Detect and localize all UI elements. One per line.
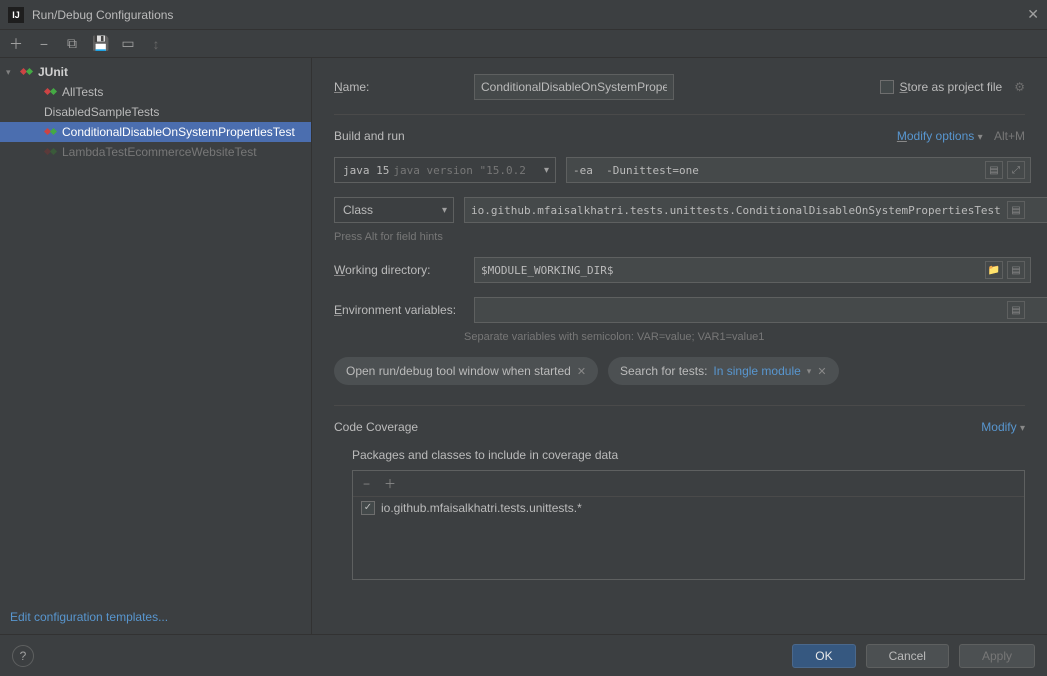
macro-icon[interactable]: ▤ bbox=[985, 161, 1003, 179]
window-title: Run/Debug Configurations bbox=[32, 8, 173, 22]
test-kind-select[interactable]: Class bbox=[334, 197, 454, 223]
sort-icon[interactable]: ↕ bbox=[148, 36, 164, 52]
modify-options-shortcut: Alt+M bbox=[994, 129, 1025, 143]
field-hint: Press Alt for field hints bbox=[334, 231, 1025, 243]
main-panel: NName:ame: Store as project file ⚙ Build… bbox=[312, 58, 1047, 634]
name-input[interactable] bbox=[474, 74, 674, 100]
apply-button[interactable]: Apply bbox=[959, 644, 1035, 668]
modify-options-link[interactable]: Modify options bbox=[897, 129, 974, 143]
config-sidebar: ▾ JUnit AllTests DisabledSampleTests Con… bbox=[0, 58, 312, 634]
app-icon: IJ bbox=[8, 7, 24, 23]
add-icon[interactable]: ＋ bbox=[8, 34, 24, 54]
coverage-list: − ＋ io.github.mfaisalkhatri.tests.unitte… bbox=[352, 470, 1025, 580]
name-label: NName:ame: bbox=[334, 80, 464, 94]
junit-icon bbox=[44, 145, 58, 159]
tree-item-lambdatest[interactable]: LambdaTestEcommerceWebsiteTest bbox=[0, 142, 311, 162]
tree-item-label: ConditionalDisableOnSystemPropertiesTest bbox=[62, 125, 295, 139]
ok-button[interactable]: OK bbox=[792, 644, 855, 668]
junit-icon bbox=[44, 85, 58, 99]
browse-icon[interactable]: ▤ bbox=[1007, 201, 1025, 219]
titlebar: IJ Run/Debug Configurations ✕ bbox=[0, 0, 1047, 30]
junit-icon bbox=[20, 65, 34, 79]
save-icon[interactable]: 💾 bbox=[92, 35, 108, 52]
jdk-name: java 15 bbox=[343, 164, 389, 177]
chip-search-tests[interactable]: Search for tests: In single module ▾ ✕ bbox=[608, 357, 839, 385]
cancel-button[interactable]: Cancel bbox=[866, 644, 949, 668]
tree-root-junit[interactable]: ▾ JUnit bbox=[0, 62, 311, 82]
copy-icon[interactable]: ⧉ bbox=[64, 35, 80, 52]
chevron-down-icon[interactable]: ▾ bbox=[807, 366, 812, 377]
edit-templates-link[interactable]: Edit configuration templates... bbox=[0, 600, 311, 634]
chip-label: Search for tests: bbox=[620, 364, 707, 378]
coverage-title: Code Coverage bbox=[334, 420, 418, 434]
expand-icon[interactable]: ⤢ bbox=[1007, 161, 1025, 179]
chevron-down-icon: ▾ bbox=[978, 132, 983, 143]
config-tree: ▾ JUnit AllTests DisabledSampleTests Con… bbox=[0, 58, 311, 166]
remove-icon[interactable]: − bbox=[36, 36, 52, 52]
add-icon[interactable]: ＋ bbox=[384, 475, 396, 492]
folder-browse-icon[interactable]: 📁 bbox=[985, 261, 1003, 279]
tree-item-label: DisabledSampleTests bbox=[44, 105, 159, 119]
tree-item-disabledsample[interactable]: DisabledSampleTests bbox=[0, 102, 311, 122]
chevron-down-icon: ▾ bbox=[1020, 423, 1025, 434]
junit-icon bbox=[44, 125, 58, 139]
dialog-footer: ? OK Cancel Apply bbox=[0, 634, 1047, 676]
jdk-version: java version "15.0.2 bbox=[393, 164, 525, 177]
tree-root-label: JUnit bbox=[38, 65, 68, 79]
browse-icon[interactable]: ▤ bbox=[1007, 301, 1025, 319]
coverage-item-label: io.github.mfaisalkhatri.tests.unittests.… bbox=[381, 501, 582, 515]
workdir-input[interactable] bbox=[474, 257, 1031, 283]
coverage-item[interactable]: io.github.mfaisalkhatri.tests.unittests.… bbox=[353, 497, 1024, 519]
chip-open-tool-window[interactable]: Open run/debug tool window when started … bbox=[334, 357, 598, 385]
remove-icon[interactable]: − bbox=[363, 477, 370, 491]
tree-item-conditionaldisable[interactable]: ConditionalDisableOnSystemPropertiesTest bbox=[0, 122, 311, 142]
env-input[interactable] bbox=[474, 297, 1047, 323]
test-kind-value: Class bbox=[343, 203, 373, 217]
env-hint: Separate variables with semicolon: VAR=v… bbox=[334, 331, 1025, 343]
env-label: Environment variables: bbox=[334, 303, 464, 317]
workdir-label: Working directory: bbox=[334, 263, 464, 277]
tree-item-label: LambdaTestEcommerceWebsiteTest bbox=[62, 145, 257, 159]
gear-icon[interactable]: ⚙ bbox=[1014, 80, 1025, 94]
config-toolbar: ＋ − ⧉ 💾 ▭ ↕ bbox=[0, 30, 1047, 58]
coverage-subtitle: Packages and classes to include in cover… bbox=[352, 448, 1025, 462]
help-button[interactable]: ? bbox=[12, 645, 34, 667]
folder-icon[interactable]: ▭ bbox=[120, 35, 136, 52]
build-run-title: Build and run bbox=[334, 129, 405, 143]
chip-value: In single module bbox=[713, 364, 800, 378]
tree-item-label: AllTests bbox=[62, 85, 103, 99]
chip-remove-icon[interactable]: ✕ bbox=[817, 365, 826, 378]
vm-options-input[interactable] bbox=[566, 157, 1031, 183]
store-as-project-checkbox[interactable]: Store as project file ⚙ bbox=[880, 80, 1026, 94]
chip-remove-icon[interactable]: ✕ bbox=[577, 365, 586, 378]
expand-arrow-icon[interactable]: ▾ bbox=[6, 67, 16, 78]
checkbox-icon[interactable] bbox=[361, 501, 375, 515]
close-icon[interactable]: ✕ bbox=[1027, 6, 1039, 23]
jdk-select[interactable]: java 15 java version "15.0.2 bbox=[334, 157, 556, 183]
tree-item-alltests[interactable]: AllTests bbox=[0, 82, 311, 102]
macro-icon[interactable]: ▤ bbox=[1007, 261, 1025, 279]
checkbox-icon[interactable] bbox=[880, 80, 894, 94]
chip-label: Open run/debug tool window when started bbox=[346, 364, 571, 378]
coverage-modify-link[interactable]: Modify bbox=[981, 420, 1016, 434]
class-name-input[interactable] bbox=[464, 197, 1047, 223]
